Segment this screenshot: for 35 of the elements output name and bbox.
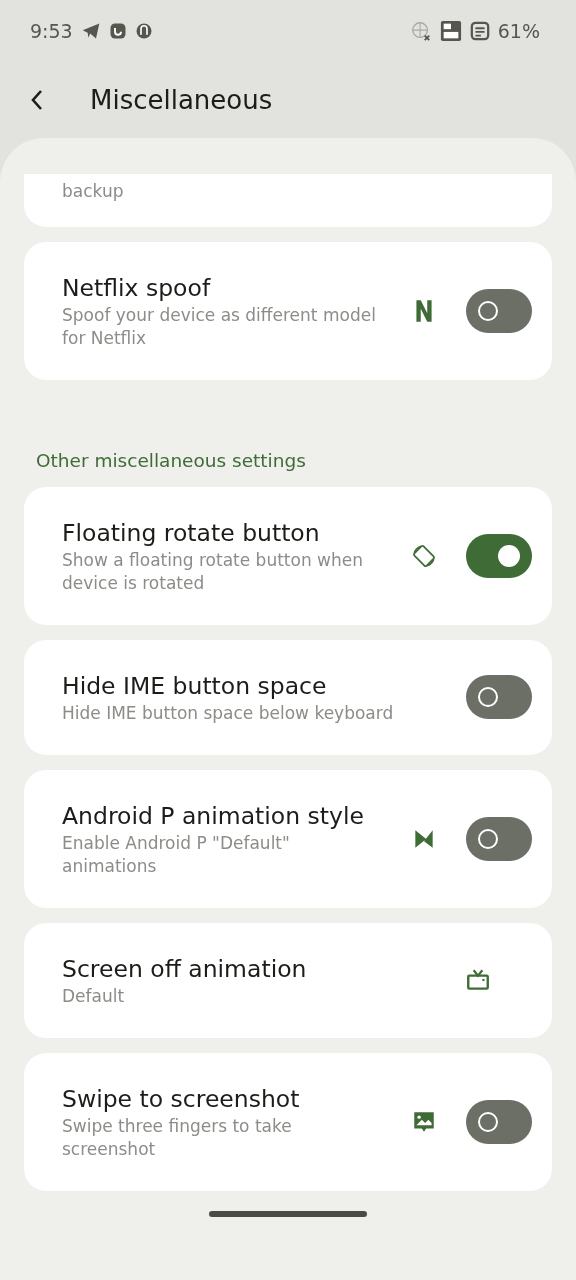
setting-summary: Default (62, 984, 126, 1008)
setting-card[interactable]: Netflix spoof Spoof your device as different model for Netflix (24, 242, 552, 380)
setting-card[interactable]: Floating rotate button Show a floating rotate button when device is rotated (24, 486, 552, 625)
app-icon (134, 22, 153, 40)
setting-summary: Spoof your device as different model for Netflix (62, 304, 377, 350)
setting-title: Screen off animation (62, 953, 308, 985)
setting-title: Floating rotate button (62, 517, 321, 549)
battery-level: 61% (497, 18, 540, 44)
setting-summary: Show a floating rotate button when device is rotated (62, 548, 364, 595)
setting-summary: backup (62, 180, 125, 203)
setting-card[interactable]: Screen off animation Default (24, 922, 552, 1038)
toggle-switch[interactable] (466, 533, 532, 578)
toggle-switch[interactable] (466, 816, 532, 861)
gesture-bar[interactable] (209, 1210, 367, 1217)
setting-title: Swipe to screenshot (62, 1083, 301, 1115)
setting-summary: Swipe three fingers to take screenshot (62, 1114, 293, 1161)
toggle-switch[interactable] (466, 289, 532, 333)
toggle-switch[interactable] (466, 675, 532, 720)
app-icon (108, 22, 127, 40)
toggle-switch[interactable] (466, 1099, 532, 1144)
battery-icon (469, 20, 490, 42)
page-title: Miscellaneous (90, 83, 273, 117)
setting-card[interactable]: Android P animation style Enable Android P "Default" animations (24, 769, 552, 908)
setting-card[interactable]: Hide IME button space Hide IME button space below keyboard (24, 639, 552, 755)
setting-title: Android P animation style (62, 800, 365, 832)
setting-summary: Hide IME button space below keyboard (62, 701, 395, 725)
status-time: 9:53 (30, 18, 73, 44)
section-header: Other miscellaneous settings (35, 449, 307, 473)
screen-rotation-icon (411, 542, 437, 569)
send-icon (80, 21, 101, 41)
setting-title: Netflix spoof (62, 273, 212, 304)
setting-summary: Enable Android P "Default" animations (62, 831, 291, 878)
setting-card[interactable]: Swipe to screenshot Swipe three fingers to take screenshot (24, 1052, 552, 1191)
setting-title: Hide IME button space (62, 670, 328, 702)
globe-icon (409, 20, 432, 42)
